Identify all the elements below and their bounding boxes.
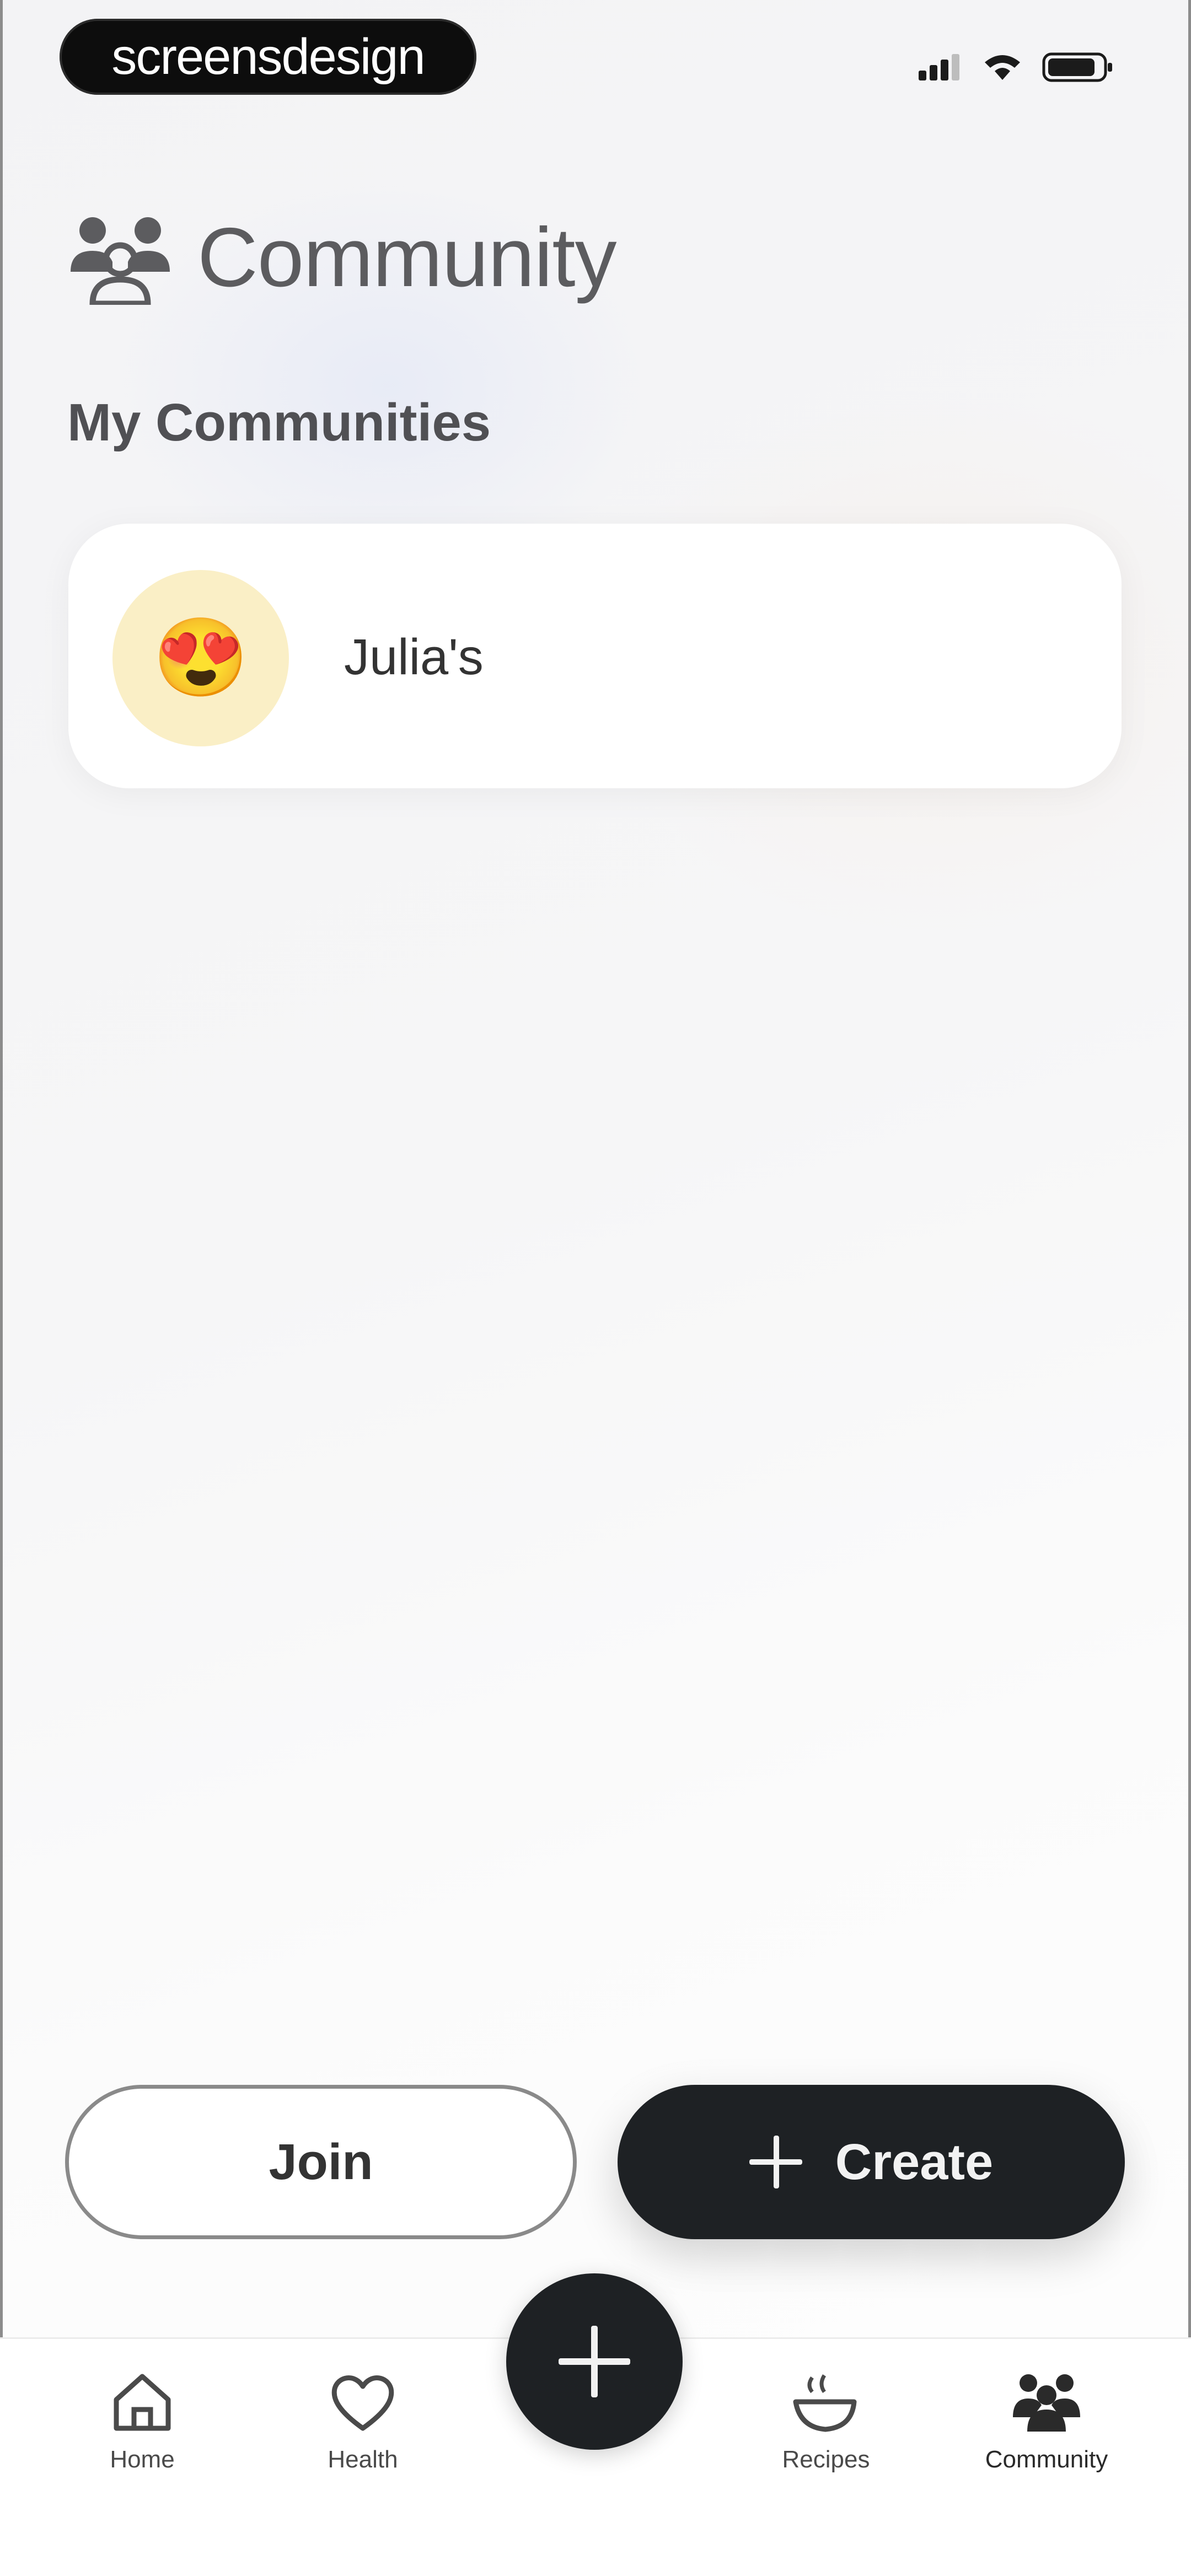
home-icon	[114, 2374, 171, 2431]
page-header: Community	[65, 209, 617, 306]
tab-recipes-label: Recipes	[782, 2446, 870, 2473]
add-fab-button[interactable]	[506, 2273, 683, 2450]
tab-recipes[interactable]: Recipes	[760, 2367, 892, 2473]
device-edge-right	[1188, 0, 1191, 2574]
community-avatar: 😍	[112, 570, 289, 746]
community-icon	[71, 217, 170, 305]
join-button[interactable]: Join	[65, 2085, 577, 2239]
wifi-icon	[985, 55, 1020, 80]
join-button-label: Join	[269, 2133, 373, 2190]
battery-icon	[1042, 52, 1112, 82]
page-title: Community	[197, 211, 617, 304]
tab-community[interactable]: Community	[980, 2367, 1113, 2473]
section-title: My Communities	[67, 393, 491, 452]
tab-home[interactable]: Home	[76, 2367, 208, 2473]
community-card[interactable]: 😍 Julia's	[68, 524, 1122, 788]
fab-plus-icon	[559, 2326, 630, 2397]
tab-health-label: Health	[328, 2446, 398, 2473]
screensdesign-watermark: screensdesign	[60, 19, 476, 95]
tab-health[interactable]: Health	[297, 2367, 429, 2473]
heart-icon	[331, 2375, 394, 2431]
create-button-label: Create	[835, 2133, 994, 2190]
tab-home-label: Home	[110, 2446, 175, 2473]
device-edge-left	[0, 0, 3, 2574]
recipes-icon	[793, 2374, 857, 2432]
status-bar	[919, 51, 1114, 84]
community-name: Julia's	[344, 629, 484, 685]
tab-community-label: Community	[985, 2446, 1108, 2473]
plus-icon	[749, 2136, 802, 2188]
community-tab-icon	[1013, 2374, 1080, 2432]
signal-icon	[919, 54, 963, 80]
heart-eyes-emoji: 😍	[152, 614, 249, 701]
create-button[interactable]: Create	[618, 2085, 1125, 2239]
